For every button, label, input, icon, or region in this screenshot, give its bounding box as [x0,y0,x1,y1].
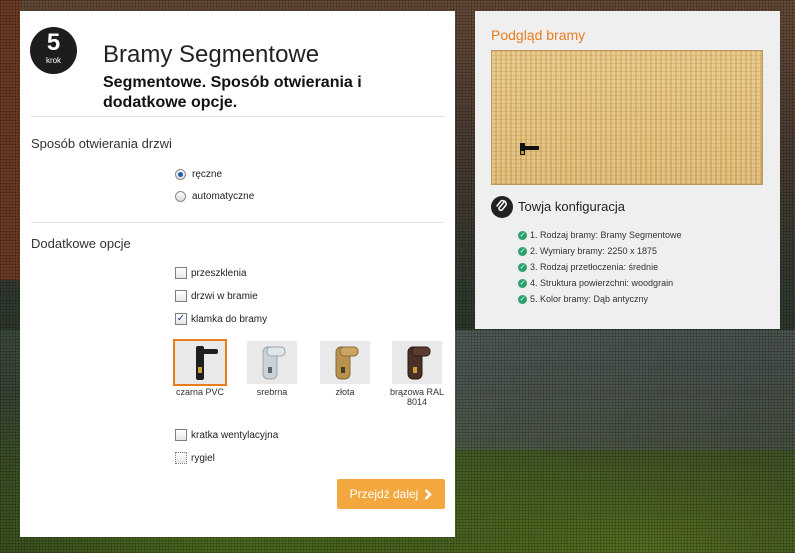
radio-manual[interactable]: ręczne [175,169,222,180]
handle-icon [196,346,218,380]
preview-panel: Podgląd bramy Towja konfiguracja ✓ 1. Rod… [475,11,780,329]
gate-handle-icon [520,143,539,155]
config-item-text: 2. Wymiary bramy: 2250 x 1875 [530,246,657,256]
step-word: krok [45,56,62,65]
config-item-text: 1. Rodzaj bramy: Bramy Segmentowe [530,230,682,240]
config-item-text: 4. Struktura powierzchni: woodgrain [530,278,674,288]
handle-option-gold[interactable]: złota [315,341,375,397]
handle-option-label: brązowa RAL 8014 [389,387,445,407]
config-item-text: 5. Kolor bramy: Dąb antyczny [530,294,649,304]
checkbox-vent-grille-control[interactable] [175,429,187,441]
checkbox-glazing-control[interactable] [175,267,187,279]
checkbox-gate-handle[interactable]: ✓ klamka do bramy [175,313,267,325]
handle-option-label: czarna PVC [175,387,225,397]
checkbox-wicket-door-label: drzwi w bramie [191,290,258,302]
checkbox-bolt[interactable]: rygiel [175,452,215,464]
checkbox-vent-grille[interactable]: kratka wentylacyjna [175,429,278,441]
divider [31,222,444,223]
checkbox-vent-grille-label: kratka wentylacyjna [191,429,279,441]
page-title: Bramy Segmentowe [103,41,320,68]
list-item: ✓ 3. Rodzaj przetłoczenia: średnie [518,259,682,275]
preview-title: Podgląd bramy [491,27,586,43]
step-badge: 5 krok [30,27,77,74]
chevron-right-icon [424,488,433,500]
list-item: ✓ 4. Struktura powierzchni: woodgrain [518,275,682,291]
list-item: ✓ 2. Wymiary bramy: 2250 x 1875 [518,243,682,259]
config-list: ✓ 1. Rodzaj bramy: Bramy Segmentowe ✓ 2. W… [518,227,682,307]
check-icon: ✓ [518,262,527,272]
checkbox-glazing[interactable]: przeszklenia [175,267,247,279]
check-icon: ✓ [518,246,527,256]
next-step-label: Przejdź dalej [349,487,419,501]
handle-option-label: złota [335,387,355,397]
extras-section-label: Dodatkowe opcje [31,236,131,251]
check-icon: ✓ [518,230,527,240]
gate-preview-image [491,50,763,185]
paperclip-icon [491,196,513,218]
handle-icon [335,346,359,380]
handle-thumbnail[interactable] [320,341,370,384]
radio-automatic-label: automatyczne [192,191,255,202]
handle-thumbnail[interactable] [247,341,297,384]
config-title: Towja konfiguracja [518,199,625,214]
next-step-button[interactable]: Przejdź dalej [337,479,445,509]
check-icon: ✓ [518,278,527,288]
config-item-text: 3. Rodzaj przetłoczenia: średnie [530,262,659,272]
handle-thumbnail[interactable] [173,339,227,386]
radio-automatic-control[interactable] [175,191,186,202]
radio-manual-label: ręczne [192,169,223,180]
handle-option-silver[interactable]: srebrna [242,341,302,397]
list-item: ✓ 5. Kolor bramy: Dąb antyczny [518,291,682,307]
handle-icon [407,346,431,380]
checkbox-bolt-label: rygiel [191,452,215,464]
handle-option-black[interactable]: czarna PVC [170,339,230,397]
list-item: ✓ 1. Rodzaj bramy: Bramy Segmentowe [518,227,682,243]
radio-automatic[interactable]: automatyczne [175,191,254,202]
checkbox-gate-handle-label: klamka do bramy [191,313,268,325]
page-subtitle: Segmentowe. Sposób otwierania i dodatkow… [103,74,362,111]
checkbox-bolt-control[interactable] [175,452,187,464]
opening-section-label: Sposób otwierania drzwi [31,136,172,151]
checkbox-wicket-door-control[interactable] [175,290,187,302]
radio-manual-control[interactable] [175,169,186,180]
checkbox-glazing-label: przeszklenia [191,267,247,279]
background-road [450,330,795,450]
divider [31,116,444,117]
check-icon: ✓ [518,294,527,304]
checkbox-wicket-door[interactable]: drzwi w bramie [175,290,258,302]
handle-option-label: srebrna [256,387,288,397]
handle-option-brown[interactable]: brązowa RAL 8014 [387,341,447,407]
handle-thumbnail[interactable] [392,341,442,384]
handle-icon [262,346,286,380]
checkbox-gate-handle-control[interactable]: ✓ [175,313,187,325]
configurator-panel: 5 krok Bramy Segmentowe Segmentowe. Spos… [20,11,455,537]
step-number: 5 [46,29,61,56]
